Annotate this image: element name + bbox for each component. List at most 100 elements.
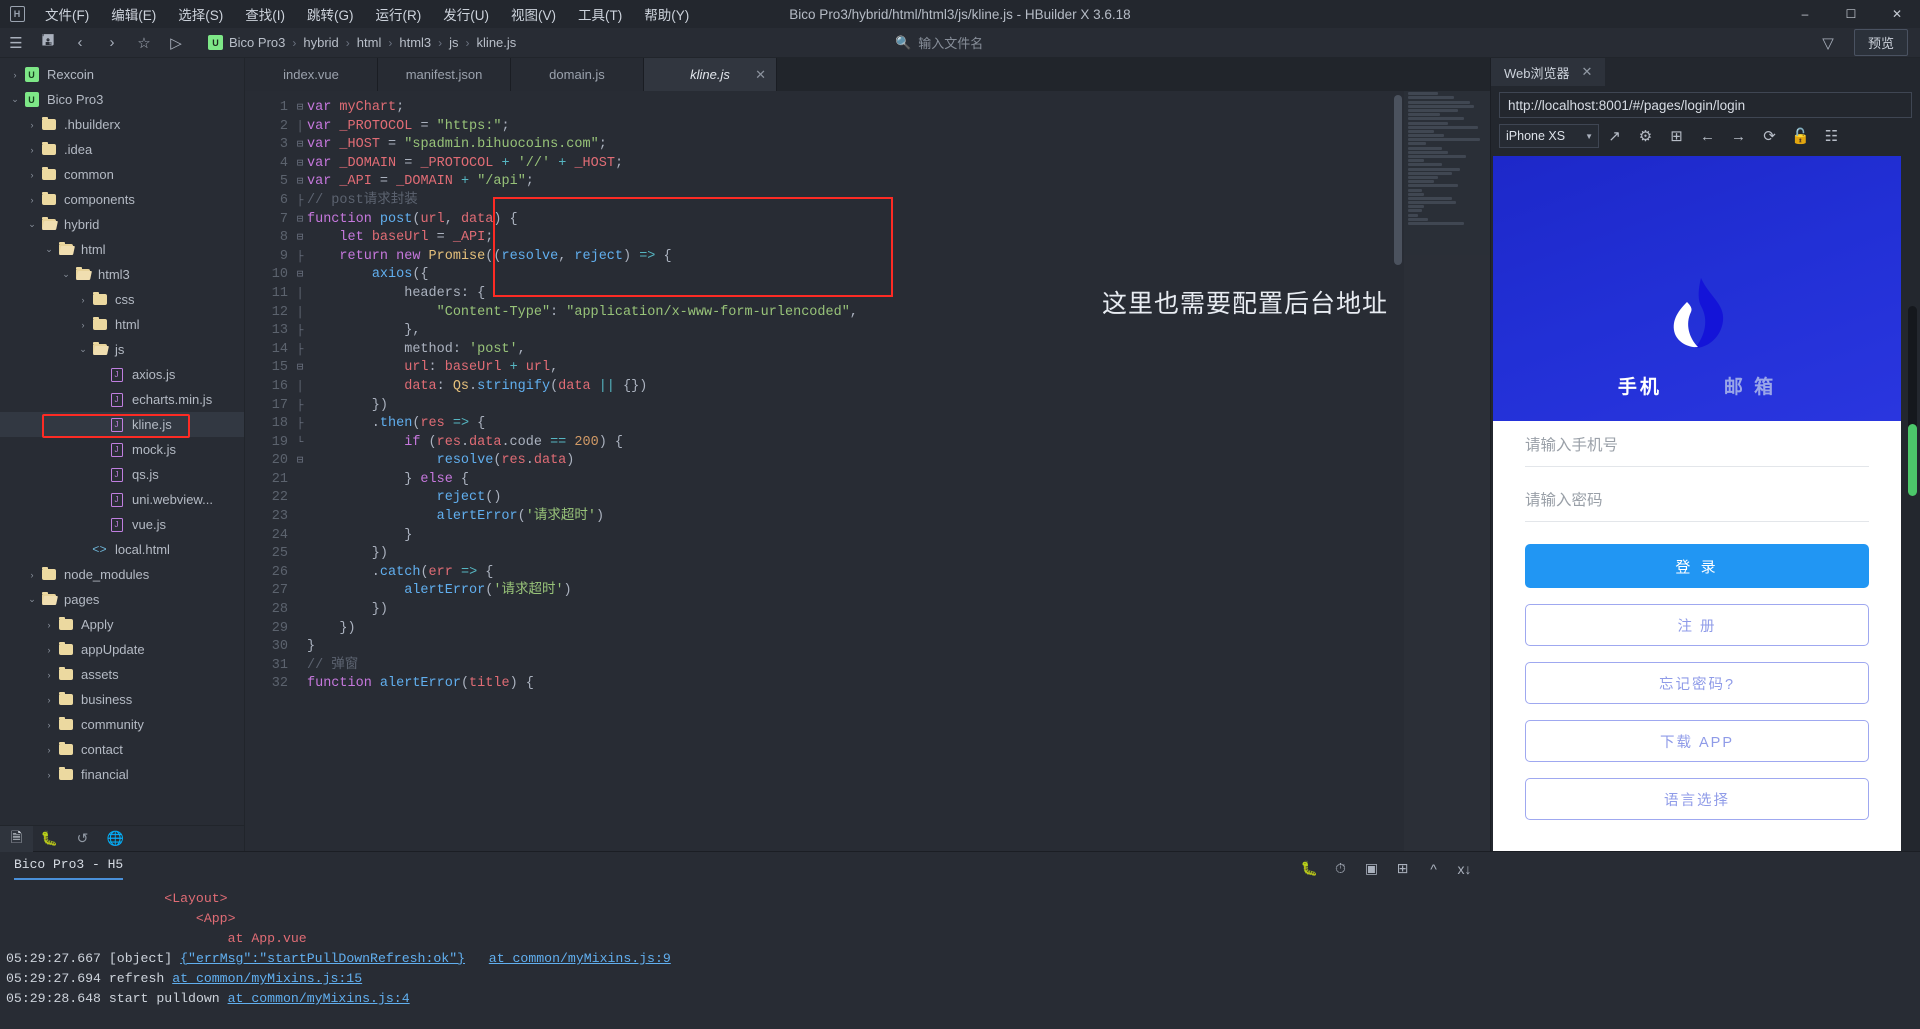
fold-marker[interactable]: ⊟ <box>293 211 307 230</box>
editor-tab-domain-js[interactable]: domain.js <box>511 58 644 91</box>
code-line[interactable]: alertError('请求超时') <box>307 508 1490 527</box>
clear-icon[interactable]: x↓ <box>1449 856 1480 882</box>
fold-marker[interactable]: ⊟ <box>293 452 307 471</box>
code-line[interactable]: .then(res => { <box>307 415 1490 434</box>
chevron-right-icon[interactable]: › <box>25 145 39 155</box>
editor-scrollbar-thumb[interactable] <box>1394 95 1402 265</box>
fold-marker[interactable]: └ <box>293 434 307 453</box>
stop-icon[interactable]: ▣ <box>1356 856 1387 882</box>
code-line[interactable]: let baseUrl = _API; <box>307 229 1490 248</box>
tab-web-browser[interactable]: Web浏览器 ✕ <box>1491 58 1606 86</box>
chevron-down-icon[interactable]: ⌄ <box>76 344 90 355</box>
download-app-button[interactable]: 下载 APP <box>1525 720 1869 762</box>
tree-item[interactable]: ⌄ html <box>0 237 244 262</box>
chevron-down-icon[interactable]: ⌄ <box>59 269 73 280</box>
chevron-right-icon[interactable]: › <box>25 570 39 580</box>
fold-marker[interactable]: │ <box>293 285 307 304</box>
tree-item[interactable]: ⌄ pages <box>0 587 244 612</box>
code-line[interactable]: return new Promise((resolve, reject) => … <box>307 248 1490 267</box>
phone-input[interactable]: 请输入手机号 <box>1525 427 1869 467</box>
tree-item[interactable]: ⌄ js <box>0 337 244 362</box>
maximize-button[interactable]: ☐ <box>1828 0 1874 28</box>
menu-item-2[interactable]: 选择(S) <box>167 0 234 28</box>
tree-item[interactable]: ⌄ html3 <box>0 262 244 287</box>
fold-marker[interactable]: │ <box>293 378 307 397</box>
tree-item[interactable]: › common <box>0 162 244 187</box>
code-line[interactable]: var _PROTOCOL = "https:"; <box>307 118 1490 137</box>
fold-marker[interactable]: ⊟ <box>293 266 307 285</box>
collapse-icon[interactable]: ^ <box>1418 856 1449 882</box>
code-line[interactable]: var _DOMAIN = _PROTOCOL + '//' + _HOST; <box>307 155 1490 174</box>
chevron-right-icon[interactable]: › <box>8 70 22 80</box>
console-output[interactable]: <Layout> <App> at App.vue 05:29:27.667 [o… <box>0 885 1920 1029</box>
fold-marker[interactable]: ├ <box>293 192 307 211</box>
console-source-link[interactable]: at common/myMixins.js:4 <box>228 991 410 1006</box>
code-line[interactable]: }) <box>307 601 1490 620</box>
fold-gutter[interactable]: ⊟ │ ⊟ ⊟ ⊟ ├ ⊟ ⊟ ├ ⊟ │ │ ├ ├ ⊟ │ ├ ├ └ ⊟ <box>293 91 307 851</box>
menu-item-9[interactable]: 帮助(Y) <box>633 0 700 28</box>
fold-marker[interactable]: ⊟ <box>293 359 307 378</box>
code-line[interactable]: }, <box>307 322 1490 341</box>
menu-item-8[interactable]: 工具(T) <box>567 0 633 28</box>
fold-marker[interactable]: ├ <box>293 322 307 341</box>
code-minimap[interactable] <box>1404 91 1490 851</box>
chevron-right-icon[interactable]: › <box>76 295 90 305</box>
open-external-icon[interactable]: ↗ <box>1599 123 1630 149</box>
star-icon[interactable]: ☆ <box>128 28 160 58</box>
fold-marker[interactable]: │ <box>293 118 307 137</box>
tree-item[interactable]: › components <box>0 187 244 212</box>
tree-item[interactable]: ›Juni.webview... <box>0 487 244 512</box>
url-input[interactable]: http://localhost:8001/#/pages/login/logi… <box>1499 92 1912 118</box>
menu-item-1[interactable]: 编辑(E) <box>100 0 167 28</box>
password-input[interactable]: 请输入密码 <box>1525 482 1869 522</box>
chevron-right-icon[interactable]: › <box>42 720 56 730</box>
breadcrumb-item[interactable]: kline.js <box>477 35 517 50</box>
register-button[interactable]: 注 册 <box>1525 604 1869 646</box>
tree-item[interactable]: › assets <box>0 662 244 687</box>
chevron-right-icon[interactable]: › <box>42 695 56 705</box>
tree-item[interactable]: › Apply <box>0 612 244 637</box>
chevron-down-icon[interactable]: ⌄ <box>8 94 22 105</box>
tree-item[interactable]: › css <box>0 287 244 312</box>
chevron-down-icon[interactable]: ⌄ <box>25 219 39 230</box>
tree-item[interactable]: › .idea <box>0 137 244 162</box>
chevron-right-icon[interactable]: › <box>42 620 56 630</box>
breadcrumb-item[interactable]: Bico Pro3 <box>229 35 285 50</box>
chevron-right-icon[interactable]: › <box>42 770 56 780</box>
code-line[interactable]: method: 'post', <box>307 341 1490 360</box>
tree-item[interactable]: › business <box>0 687 244 712</box>
language-select-button[interactable]: 语言选择 <box>1525 778 1869 820</box>
breadcrumb-item[interactable]: js <box>449 35 458 50</box>
fold-marker[interactable]: ├ <box>293 341 307 360</box>
run-icon[interactable]: ▷ <box>160 28 192 58</box>
code-line[interactable]: axios({ <box>307 266 1490 285</box>
tree-item[interactable]: › appUpdate <box>0 637 244 662</box>
toggle-sidebar-icon[interactable]: ☰ <box>0 28 32 58</box>
chevron-right-icon[interactable]: › <box>25 120 39 130</box>
chevron-right-icon[interactable]: › <box>42 745 56 755</box>
preview-button[interactable]: 预览 <box>1853 29 1908 56</box>
back-arrow-icon[interactable]: ← <box>1692 123 1723 149</box>
code-line[interactable]: .catch(err => { <box>307 564 1490 583</box>
menu-item-3[interactable]: 查找(I) <box>234 0 296 28</box>
fold-marker[interactable]: ⊟ <box>293 136 307 155</box>
code-line[interactable]: reject() <box>307 489 1490 508</box>
lock-icon[interactable]: 🔓 <box>1785 123 1816 149</box>
tree-item[interactable]: ›<>local.html <box>0 537 244 562</box>
tree-item[interactable]: › U Rexcoin <box>0 62 244 87</box>
code-line[interactable]: // post请求封装 <box>307 192 1490 211</box>
code-line[interactable]: }) <box>307 397 1490 416</box>
save-icon[interactable]: 🖪 <box>32 28 64 58</box>
tab-phone[interactable]: 手机 <box>1618 372 1662 399</box>
editor-tab-manifest-json[interactable]: manifest.json <box>378 58 511 91</box>
code-line[interactable]: // 弹窗 <box>307 657 1490 676</box>
tree-item[interactable]: ›Jaxios.js <box>0 362 244 387</box>
file-tree[interactable]: › U Rexcoin ⌄ U Bico Pro3 › .hbuilderx › .idea › co… <box>0 58 244 825</box>
back-icon[interactable]: ‹ <box>64 28 96 58</box>
code-line[interactable]: } <box>307 638 1490 657</box>
network-icon[interactable]: 🌐 <box>99 826 132 852</box>
code-content[interactable]: var myChart; var _PROTOCOL = "https:"; var… <box>307 91 1490 851</box>
debug-icon[interactable]: 🐛 <box>33 826 66 852</box>
tree-item[interactable]: ›Jkline.js <box>0 412 244 437</box>
code-line[interactable]: } else { <box>307 471 1490 490</box>
